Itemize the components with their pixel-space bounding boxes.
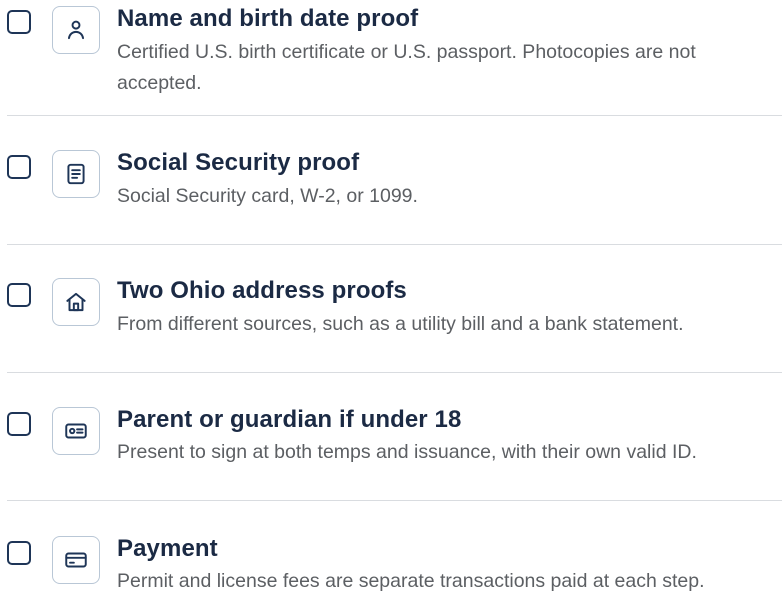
credit-card-icon [52, 536, 100, 584]
checkbox-parent-guardian[interactable] [7, 412, 31, 436]
checkbox-ohio-address-proofs[interactable] [7, 283, 31, 307]
home-icon [52, 278, 100, 326]
checkbox-social-security-proof[interactable] [7, 155, 31, 179]
item-title: Social Security proof [117, 149, 360, 176]
item-title: Payment [117, 535, 218, 562]
item-description: Social Security card, W-2, or 1099. [117, 185, 418, 207]
checkbox-name-birth-proof[interactable] [7, 10, 31, 34]
item-description: Permit and license fees are separate tra… [117, 570, 705, 592]
item-description: Certified U.S. birth certificate or U.S.… [117, 41, 696, 94]
item-description: Present to sign at both temps and issuan… [117, 441, 697, 463]
item-title: Parent or guardian if under 18 [117, 406, 462, 433]
item-title: Two Ohio address proofs [117, 277, 407, 304]
divider [7, 500, 782, 501]
divider [7, 244, 782, 245]
person-icon [52, 6, 100, 54]
item-description: From different sources, such as a utilit… [117, 313, 684, 335]
id-card-icon [52, 407, 100, 455]
divider [7, 115, 782, 116]
checkbox-payment[interactable] [7, 541, 31, 565]
divider [7, 372, 782, 373]
document-icon [52, 150, 100, 198]
item-title: Name and birth date proof [117, 5, 419, 32]
